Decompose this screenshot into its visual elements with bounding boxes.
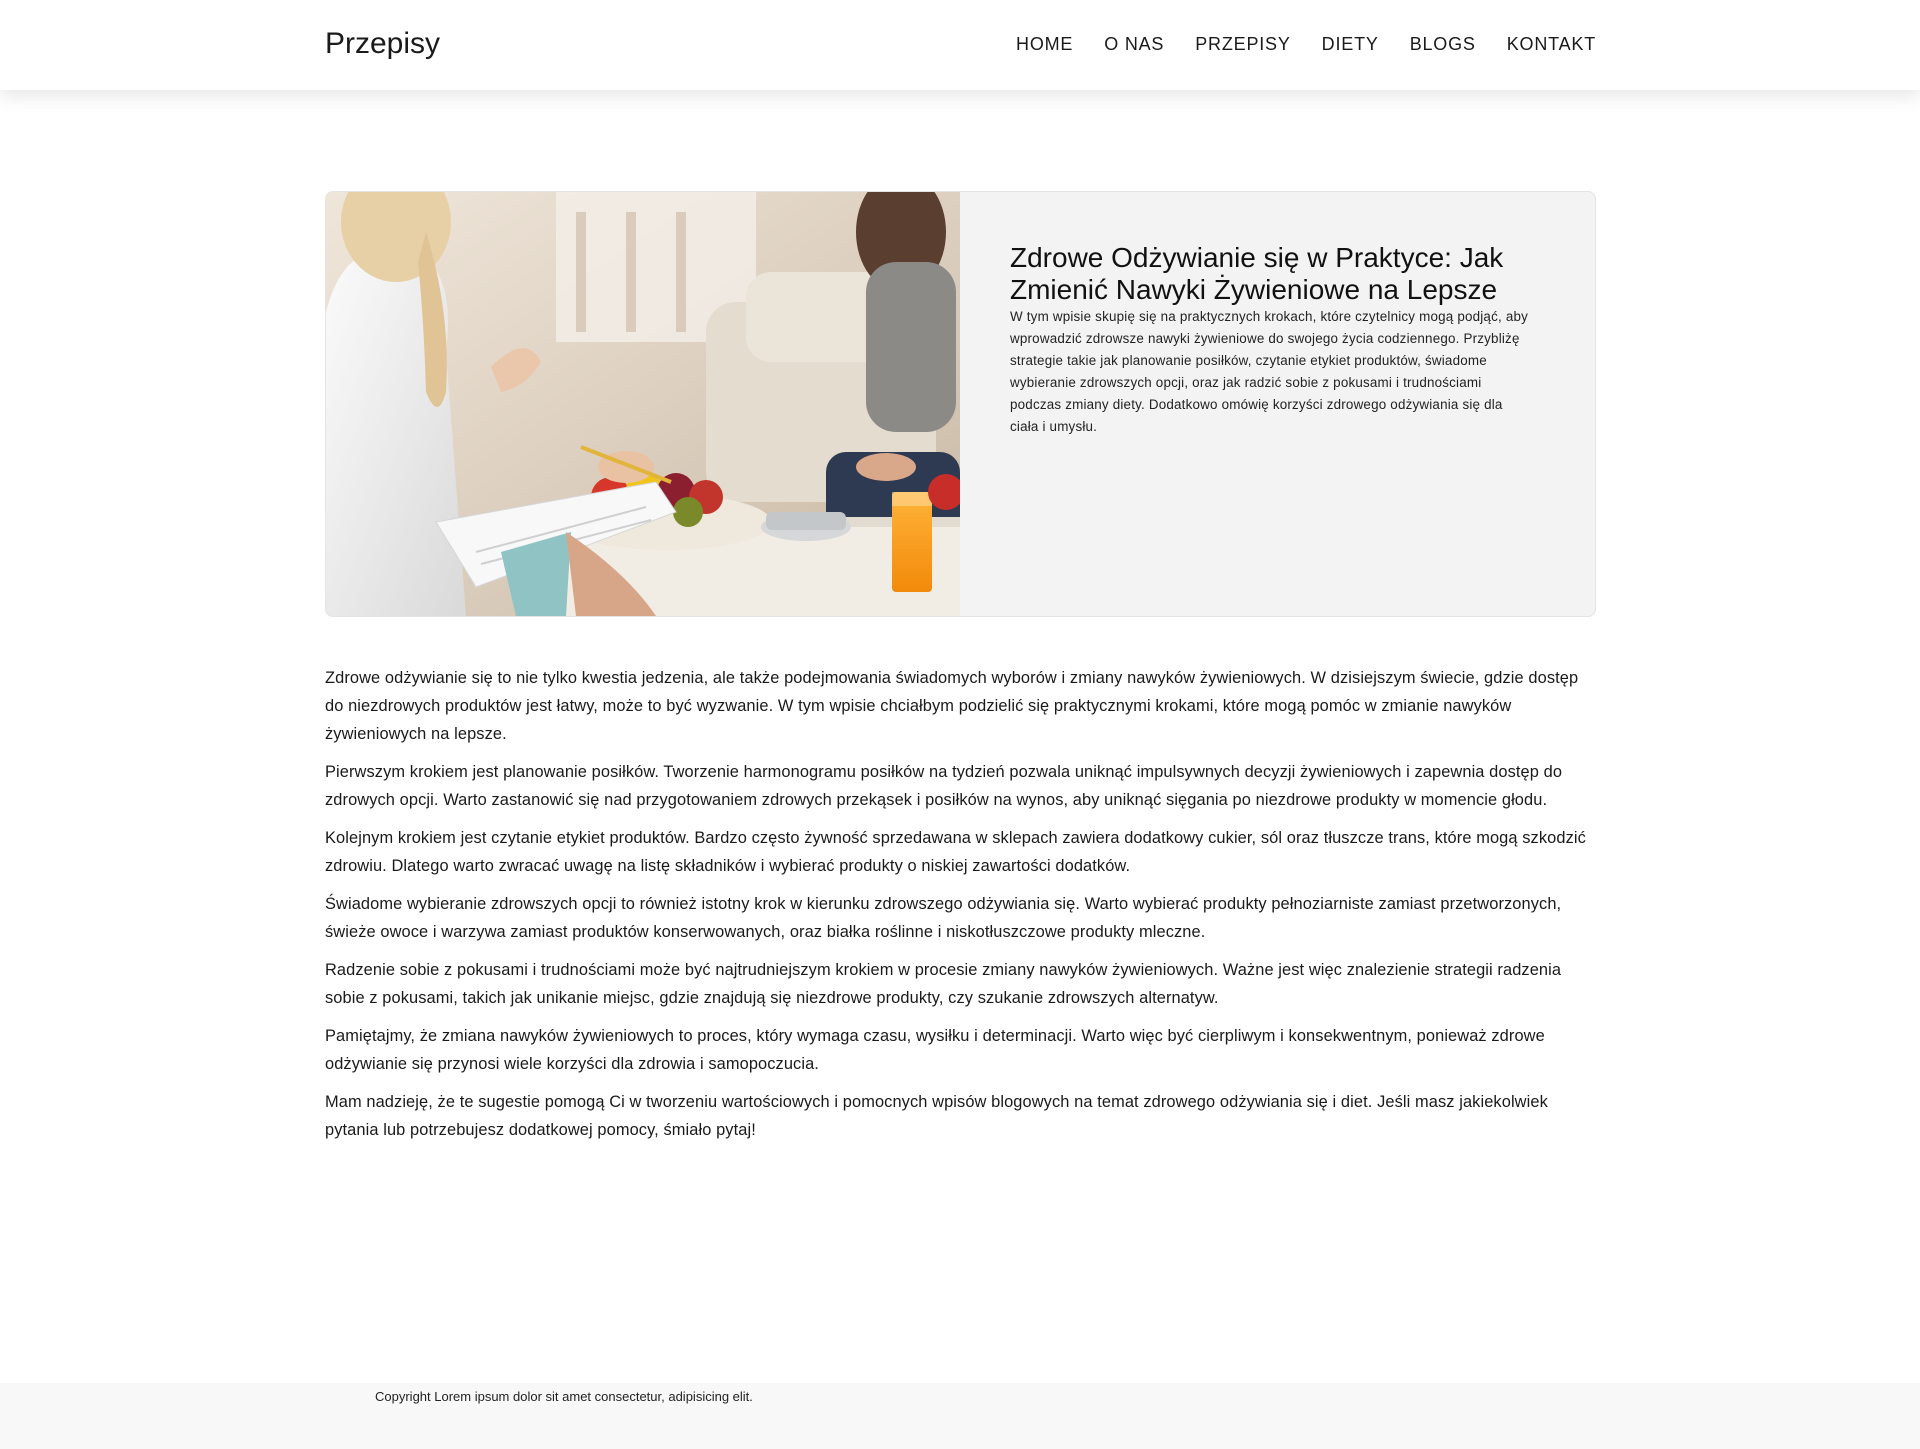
hero-text: Zdrowe Odżywianie się w Praktyce: Jak Zm… [1010, 242, 1530, 438]
nav-link-kontakt[interactable]: KONTAKT [1507, 34, 1596, 54]
nav-link-blogs[interactable]: BLOGS [1410, 34, 1476, 54]
brand-logo[interactable]: Przepisy [325, 27, 440, 61]
article-body: Zdrowe odżywianie się to nie tylko kwest… [325, 664, 1597, 1154]
nav-item-kontakt: KONTAKT [1507, 34, 1596, 55]
hero-image [326, 192, 964, 616]
article-paragraph: Radzenie sobie z pokusami i trudnościami… [325, 961, 1562, 1007]
navbar: Przepisy HOME O NAS PRZEPISY DIETY BLOGS… [0, 0, 1920, 90]
nav-item-o-nas: O NAS [1104, 34, 1164, 55]
nav-item-przepisy: PRZEPISY [1195, 34, 1290, 55]
nav-link-o-nas[interactable]: O NAS [1104, 34, 1164, 54]
nav-link-diety[interactable]: DIETY [1322, 34, 1379, 54]
post-title[interactable]: Zdrowe Odżywianie się w Praktyce: Jak Zm… [1010, 242, 1530, 306]
post-excerpt: W tym wpisie skupię się na praktycznych … [1010, 309, 1529, 434]
article-paragraph: Świadome wybieranie zdrowszych opcji to … [325, 895, 1562, 941]
featured-post-card: Zdrowe Odżywianie się w Praktyce: Jak Zm… [325, 191, 1596, 617]
nav-item-blogs: BLOGS [1410, 34, 1476, 55]
article-paragraph: Pamiętajmy, że zmiana nawyków żywieniowy… [325, 1027, 1545, 1073]
article-paragraph: Pierwszym krokiem jest planowanie posiłk… [325, 763, 1563, 809]
article-paragraph: Zdrowe odżywianie się to nie tylko kwest… [325, 669, 1579, 743]
copyright-text: Copyright Lorem ipsum dolor sit amet con… [375, 1389, 753, 1404]
nav-link-home[interactable]: HOME [1016, 34, 1073, 54]
footer: Copyright Lorem ipsum dolor sit amet con… [0, 1383, 1920, 1449]
article-paragraph: Mam nadzieję, że te sugestie pomogą Ci w… [325, 1093, 1548, 1139]
nav-item-diety: DIETY [1322, 34, 1379, 55]
nav-item-home: HOME [1016, 34, 1073, 55]
article-paragraph: Kolejnym krokiem jest czytanie etykiet p… [325, 829, 1586, 875]
nutrition-consultation-illustration [326, 192, 964, 616]
nav-link-przepisy[interactable]: PRZEPISY [1195, 34, 1290, 54]
nav-menu: HOME O NAS PRZEPISY DIETY BLOGS KONTAKT [1016, 34, 1596, 55]
